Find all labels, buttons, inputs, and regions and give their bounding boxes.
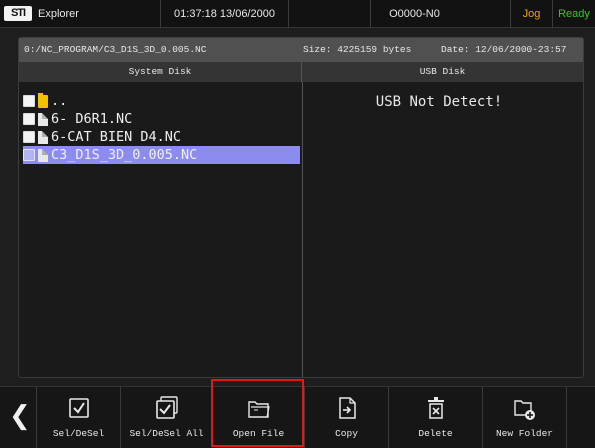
- sel-desel-all-label: Sel/DeSel All: [129, 428, 204, 439]
- logo: STI: [4, 6, 32, 21]
- current-path: 0:/NC_PROGRAM/C3_D1S_3D_0.005.NC: [24, 44, 207, 55]
- file-name: C3_D1S_3D_0.005.NC: [51, 147, 198, 163]
- system-file-list: .. 6- D6R1.NC 6-CAT BIEN D4.NC C3_D1S_3D…: [23, 92, 300, 164]
- copy-button[interactable]: Copy: [304, 387, 388, 448]
- usb-status-message: USB Not Detect!: [375, 94, 503, 110]
- column-divider: [302, 82, 303, 377]
- checkbox[interactable]: [23, 149, 35, 161]
- mode-indicator: Jog: [510, 0, 552, 28]
- explorer-panel: 0:/NC_PROGRAM/C3_D1S_3D_0.005.NC Size: 4…: [18, 37, 584, 378]
- checkbox-stack-icon: [155, 396, 178, 420]
- usb-disk-header: USB Disk: [302, 62, 583, 82]
- file-name: 6-CAT BIEN D4.NC: [51, 129, 182, 145]
- delete-label: Delete: [418, 428, 453, 439]
- path-bar: 0:/NC_PROGRAM/C3_D1S_3D_0.005.NC Size: 4…: [19, 38, 583, 62]
- copy-file-icon: [336, 396, 358, 420]
- status-bar: STI Explorer 01:37:18 13/06/2000 O0000-N…: [0, 0, 595, 28]
- program-number: O0000-N0: [370, 0, 458, 28]
- delete-button[interactable]: Delete: [388, 387, 482, 448]
- file-icon: [38, 112, 48, 126]
- file-name: ..: [51, 93, 68, 109]
- checkbox[interactable]: [23, 95, 35, 107]
- toolbar-empty-slot: [566, 387, 595, 448]
- delete-icon: [425, 396, 447, 420]
- checkbox-icon: [68, 396, 90, 420]
- checkbox[interactable]: [23, 113, 35, 125]
- new-folder-icon: [513, 396, 536, 420]
- file-row[interactable]: 6-CAT BIEN D4.NC: [23, 128, 300, 146]
- sel-desel-button[interactable]: Sel/DeSel: [36, 387, 120, 448]
- system-disk-header: System Disk: [19, 62, 302, 82]
- file-date: Date: 12/06/2000-23:57: [441, 44, 567, 55]
- open-file-highlight: [211, 379, 304, 447]
- new-folder-label: New Folder: [495, 428, 553, 439]
- file-size: Size: 4225159 bytes: [303, 44, 412, 55]
- folder-icon: [38, 92, 48, 108]
- file-row-parent[interactable]: ..: [23, 92, 300, 110]
- new-folder-button[interactable]: New Folder: [482, 387, 566, 448]
- file-name: 6- D6R1.NC: [51, 111, 133, 127]
- checkbox[interactable]: [23, 131, 35, 143]
- chevron-left-icon: ❮: [9, 401, 31, 431]
- sel-desel-label: Sel/DeSel: [52, 428, 105, 439]
- sel-desel-all-button[interactable]: Sel/DeSel All: [120, 387, 212, 448]
- clock: 01:37:18 13/06/2000: [160, 0, 288, 28]
- copy-label: Copy: [335, 428, 358, 439]
- machine-state: Ready: [552, 0, 595, 28]
- file-icon: [38, 130, 48, 144]
- status-cell-blank: [288, 0, 370, 28]
- app-title: Explorer: [38, 8, 79, 20]
- file-row-selected[interactable]: C3_D1S_3D_0.005.NC: [23, 146, 300, 164]
- back-button[interactable]: ❮: [0, 387, 36, 448]
- file-row[interactable]: 6- D6R1.NC: [23, 110, 300, 128]
- file-icon: [38, 148, 48, 162]
